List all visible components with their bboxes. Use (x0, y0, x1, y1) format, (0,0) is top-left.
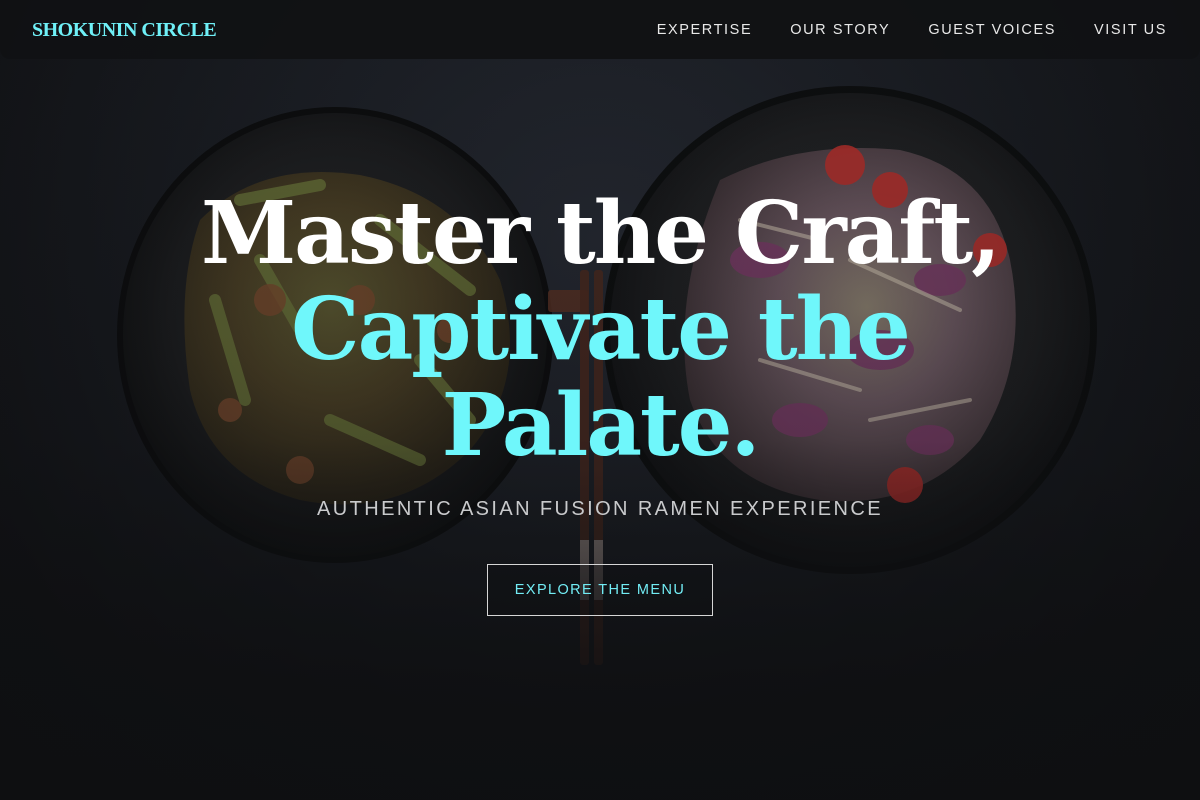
headline-line-1: Master the Craft, (200, 183, 1001, 284)
hero-section: Master the Craft, Captivate the Palate. … (0, 186, 1200, 616)
nav-menu: EXPERTISE OUR STORY GUEST VOICES VISIT U… (657, 20, 1167, 40)
nav-link-guest-voices[interactable]: GUEST VOICES (928, 20, 1056, 40)
brand-logo[interactable]: SHOKUNIN CIRCLE (32, 18, 217, 42)
nav-link-our-story[interactable]: OUR STORY (790, 20, 890, 40)
hero-subtitle: AUTHENTIC ASIAN FUSION RAMEN EXPERIENCE (317, 498, 883, 520)
nav-link-visit-us[interactable]: VISIT US (1094, 20, 1167, 40)
hero-headline: Master the Craft, Captivate the Palate. (0, 186, 1200, 474)
top-navigation: SHOKUNIN CIRCLE EXPERTISE OUR STORY GUES… (0, 0, 1200, 59)
headline-line-3: Palate. (441, 375, 761, 476)
headline-line-2: Captivate the (291, 279, 911, 380)
landing-page: SHOKUNIN CIRCLE EXPERTISE OUR STORY GUES… (0, 0, 1200, 800)
nav-link-expertise[interactable]: EXPERTISE (657, 20, 753, 40)
explore-menu-button[interactable]: EXPLORE THE MENU (487, 564, 713, 616)
